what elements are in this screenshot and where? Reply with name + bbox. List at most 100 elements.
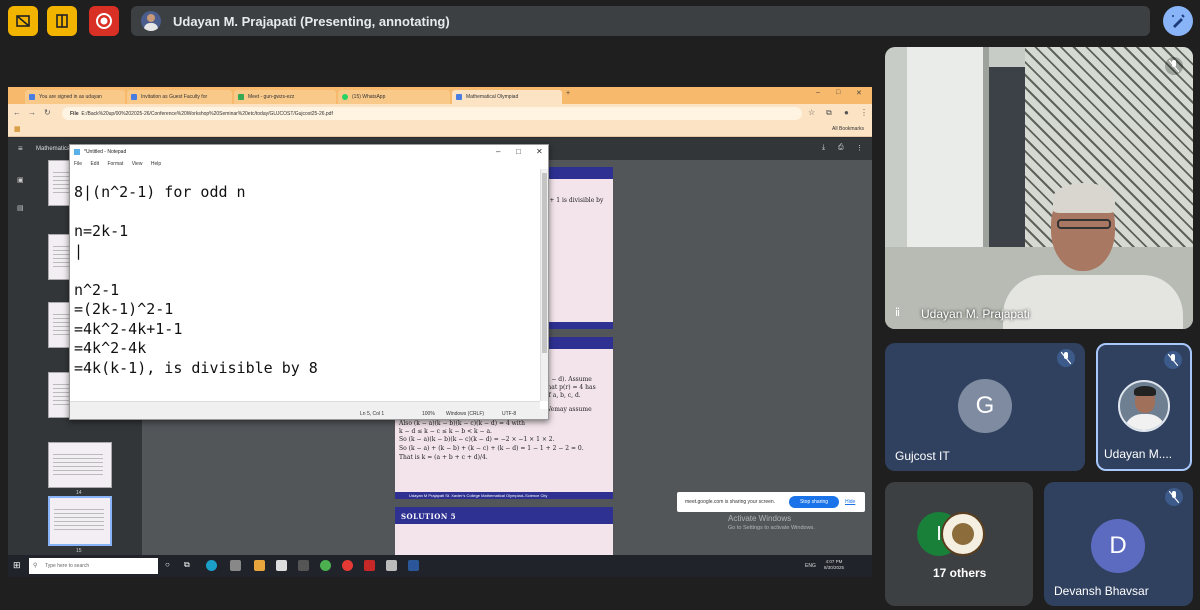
page-text: ² + 1 is divisible by — [545, 197, 604, 204]
others-count: 17 others — [933, 566, 987, 580]
notepad-maximize-icon[interactable]: □ — [516, 147, 521, 156]
presenter-bar[interactable]: Udayan M. Prajapati (Presenting, annotat… — [131, 6, 1150, 36]
browser-tab[interactable]: Meet - gun-gwzs-ezz — [234, 90, 336, 104]
page-text: Also (k − a)(k − b)(k − c)(k − d) = 4 wi… — [399, 420, 526, 427]
record-icon — [96, 13, 112, 29]
extension-icon[interactable]: ⧉ — [826, 108, 832, 118]
horizontal-scrollbar[interactable] — [70, 401, 540, 409]
address-row: ← → ↻ File E:/Back%20up/00%202025-26/Con… — [8, 104, 872, 123]
activities-icon — [16, 15, 30, 27]
notepad-text-area[interactable]: 8|(n^2-1) for odd n n=2k-1 | n^2-1 =(2k-… — [74, 183, 538, 378]
menu-icon[interactable]: ⋮ — [860, 108, 868, 117]
download-icon[interactable]: ⤓ — [822, 144, 825, 152]
participant-photo-avatar — [1118, 380, 1170, 432]
notepad-close-icon[interactable]: ✕ — [536, 147, 543, 156]
presentation-button[interactable] — [47, 6, 77, 36]
thumbnails-icon[interactable]: ▣ — [17, 176, 24, 184]
participant-tile[interactable]: G Gujcost IT — [885, 343, 1085, 471]
activate-line1: Activate Windows — [728, 514, 792, 523]
participant-tile-self[interactable]: Udayan M.... — [1096, 343, 1192, 471]
chrome-alt-icon[interactable] — [342, 560, 353, 571]
minimize-icon[interactable]: – — [816, 89, 820, 96]
windows-start-icon[interactable]: ⊞ — [13, 560, 21, 571]
page-thumbnail-selected[interactable] — [48, 496, 112, 546]
windows-taskbar: ⊞ Type here to search ⚲ ○ ⧉ ENG 4:07 PM … — [8, 555, 872, 577]
taskbar-search[interactable]: Type here to search — [29, 558, 158, 574]
forward-icon[interactable]: → — [28, 108, 36, 117]
page-thumbnail[interactable] — [48, 442, 112, 488]
menu-format[interactable]: Format — [107, 161, 123, 167]
participant-name: Udayan M. Prajapati — [921, 307, 1030, 321]
browser-tab[interactable]: (15) WhatsApp — [338, 90, 450, 104]
pdf-page: SOLUTION 5 — [395, 507, 613, 555]
notepad-window[interactable]: *Untitled - Notepad – □ ✕ File Edit Form… — [69, 144, 549, 420]
status-encoding: UTF-8 — [502, 411, 517, 417]
activate-line2: Go to Settings to activate Windows. — [728, 525, 815, 531]
new-tab-button[interactable]: + — [566, 90, 570, 97]
more-icon[interactable]: ⋮ — [856, 144, 863, 152]
screen-share-banner: meet.google.com is sharing your screen. … — [677, 492, 865, 512]
browser-tab-strip: You are signed in as udayan Invitation a… — [8, 87, 872, 104]
outline-icon[interactable]: ▤ — [17, 204, 24, 212]
page-text: that p(r) = 4 has — [545, 384, 596, 391]
address-bar[interactable]: File E:/Back%20up/00%202025-26/Conferenc… — [62, 107, 802, 120]
hamburger-icon[interactable]: ≡ — [18, 144, 23, 153]
pen-icon — [1172, 14, 1185, 28]
acrobat-icon[interactable] — [364, 560, 375, 571]
mail-icon[interactable] — [276, 560, 287, 571]
others-tile[interactable]: I 17 others — [885, 482, 1033, 606]
vertical-scrollbar[interactable] — [540, 169, 548, 401]
mic-off-icon — [1057, 349, 1075, 367]
reload-icon[interactable]: ↻ — [44, 108, 51, 117]
camera-icon[interactable] — [298, 560, 309, 571]
edge-icon[interactable] — [206, 560, 217, 571]
maximize-icon[interactable]: □ — [836, 89, 840, 96]
store-icon[interactable] — [230, 560, 241, 571]
browser-tab[interactable]: You are signed in as udayan — [25, 90, 125, 104]
participant-initial-avatar: D — [1091, 519, 1145, 573]
language-indicator[interactable]: ENG — [805, 563, 816, 569]
close-icon[interactable]: ✕ — [856, 89, 862, 97]
task-view-icon[interactable]: ⧉ — [184, 560, 190, 570]
all-bookmarks[interactable]: All Bookmarks — [832, 126, 864, 132]
mic-off-icon — [1165, 57, 1183, 75]
browser-tab-active[interactable]: Mathematical Olympiad — [452, 90, 562, 104]
activate-windows-watermark: Activate Windows Go to Settings to activ… — [728, 514, 815, 531]
participant-video-tile[interactable]: ⅱ Udayan M. Prajapati — [885, 47, 1193, 329]
participant-tile[interactable]: D Devansh Bhavsar — [1044, 482, 1193, 606]
mic-off-icon — [1165, 488, 1183, 506]
participant-body — [1003, 275, 1183, 329]
menu-view[interactable]: View — [132, 161, 143, 167]
file-explorer-icon[interactable] — [254, 560, 265, 571]
taskbar-clock[interactable]: 4:07 PM 8/30/2025 — [824, 559, 844, 571]
star-icon[interactable]: ☆ — [808, 108, 815, 117]
pin-icon: ⅱ — [895, 307, 901, 319]
page-text: of a, b, c, d. — [545, 392, 581, 399]
stop-sharing-button[interactable]: Stop sharing — [789, 496, 839, 508]
cortana-icon[interactable]: ○ — [165, 560, 170, 569]
menu-help[interactable]: Help — [151, 161, 161, 167]
menu-edit[interactable]: Edit — [90, 161, 99, 167]
back-icon[interactable]: ← — [13, 108, 21, 117]
profile-icon[interactable]: ● — [844, 108, 849, 117]
menu-file[interactable]: File — [74, 161, 82, 167]
browser-tab[interactable]: Invitation as Guest Faculty for — [127, 90, 232, 104]
presenter-avatar — [141, 11, 161, 31]
page-text: k − d ≤ k − c ≤ k − b < k − a. — [399, 428, 492, 435]
shared-screen: You are signed in as udayan Invitation a… — [8, 87, 872, 577]
record-button[interactable] — [89, 6, 119, 36]
hide-link[interactable]: Hide — [845, 499, 855, 505]
notepad-minimize-icon[interactable]: – — [496, 147, 500, 156]
notepad-status-bar: Ln 5, Col 1 100% Windows (CRLF) UTF-8 — [70, 409, 548, 419]
search-icon: ⚲ — [33, 563, 38, 569]
notepad-title: *Untitled - Notepad — [70, 145, 548, 159]
word-icon[interactable] — [408, 560, 419, 571]
apps-icon[interactable]: ▦ — [14, 125, 21, 133]
page-text: So (k − a)(k − b)(k − c)(k − d) = −2 × −… — [399, 436, 555, 443]
mic-off-icon — [1164, 351, 1182, 369]
annotate-button[interactable] — [1163, 6, 1193, 36]
activities-button[interactable] — [8, 6, 38, 36]
notepad-taskbar-icon[interactable] — [386, 560, 397, 571]
print-icon[interactable]: ⎙ — [838, 144, 844, 152]
chrome-icon[interactable] — [320, 560, 331, 571]
